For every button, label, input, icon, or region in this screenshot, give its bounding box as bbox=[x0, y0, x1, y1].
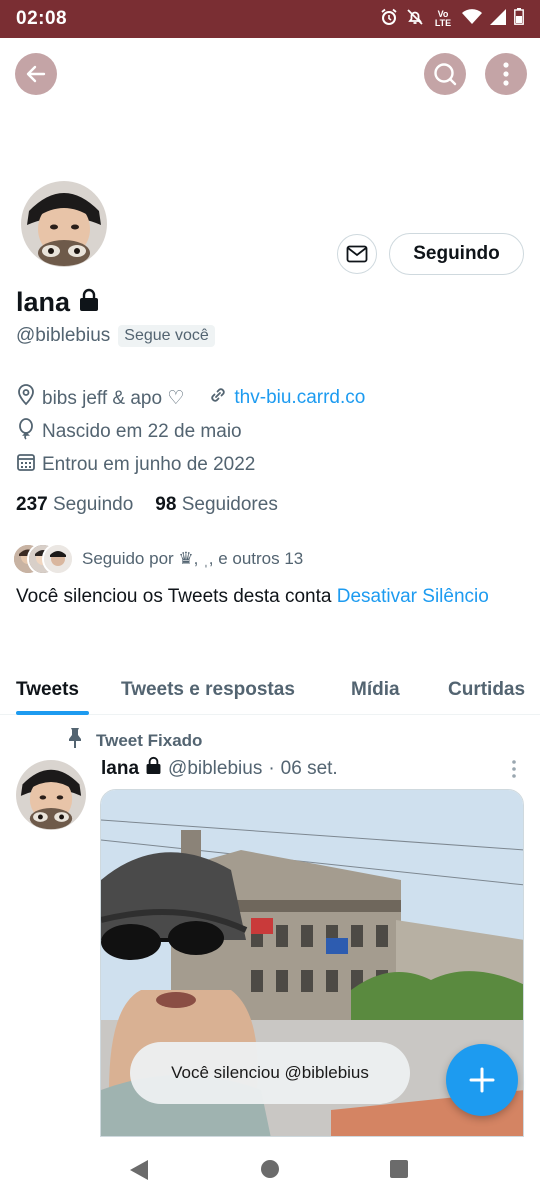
back-button[interactable] bbox=[15, 53, 57, 95]
profile-handle-row: @biblebius Segue você bbox=[16, 325, 215, 347]
network-label: Vo LTE bbox=[434, 9, 452, 28]
following-label: Seguindo bbox=[52, 494, 134, 515]
muted-notice-text: Você silenciou os Tweets desta conta bbox=[16, 586, 332, 607]
followed-by-text: Seguido por ♛, ˌ, e outros 13 bbox=[82, 549, 304, 568]
profile-name-row: lana bbox=[16, 287, 100, 318]
wifi-icon bbox=[462, 8, 482, 30]
link-icon bbox=[208, 385, 228, 411]
profile-name: lana bbox=[16, 287, 71, 317]
followers-count-link[interactable]: 98 Seguidores bbox=[155, 494, 278, 516]
search-icon bbox=[434, 63, 457, 86]
followers-count: 98 bbox=[155, 494, 177, 515]
profile-joined-row: Entrou em junho de 2022 bbox=[16, 452, 255, 478]
more-options-button[interactable] bbox=[485, 53, 527, 95]
calendar-icon bbox=[16, 452, 36, 478]
followed-by-row[interactable]: Seguido por ♛, ˌ, e outros 13 bbox=[12, 543, 303, 575]
signal-icon bbox=[490, 8, 506, 30]
following-count-link[interactable]: 237 Seguindo bbox=[16, 494, 133, 516]
profile-tabs: Tweets Tweets e respostas Mídia Curtidas bbox=[0, 665, 540, 715]
plus-icon bbox=[469, 1067, 495, 1093]
more-vertical-icon bbox=[512, 760, 516, 778]
battery-icon bbox=[514, 8, 524, 30]
balloon-icon bbox=[16, 418, 36, 446]
unmute-link[interactable]: Desativar Silêncio bbox=[337, 586, 489, 607]
mail-icon bbox=[346, 245, 368, 263]
following-button[interactable]: Seguindo bbox=[389, 233, 524, 275]
nav-back-icon[interactable] bbox=[128, 1159, 150, 1186]
profile-birthday-row: Nascido em 22 de maio bbox=[16, 418, 242, 446]
tweet-author-name[interactable]: lana bbox=[101, 758, 139, 780]
tab-likes[interactable]: Curtidas bbox=[448, 665, 525, 715]
muted-notice: Você silenciou os Tweets desta conta Des… bbox=[16, 582, 526, 611]
tweet-author-handle: @biblebius bbox=[168, 757, 263, 779]
follow-counts: 237 Seguindo 98 Seguidores bbox=[16, 494, 278, 516]
tab-tweets-and-replies[interactable]: Tweets e respostas bbox=[121, 665, 295, 715]
lock-icon bbox=[145, 756, 162, 781]
follows-you-badge: Segue você bbox=[118, 325, 215, 347]
nav-recents-icon[interactable] bbox=[389, 1159, 409, 1184]
search-button[interactable] bbox=[424, 53, 466, 95]
tweet-separator: · bbox=[268, 757, 275, 779]
active-tab-indicator bbox=[16, 711, 89, 715]
profile-location: bibs jeff & apo ♡ bbox=[42, 387, 185, 409]
pinned-label-text: Tweet Fixado bbox=[96, 730, 203, 750]
following-count: 237 bbox=[16, 494, 48, 515]
follower-avatar bbox=[42, 543, 74, 575]
profile-handle: @biblebius bbox=[16, 325, 111, 346]
profile-birthday: Nascido em 22 de maio bbox=[42, 421, 242, 442]
more-vertical-icon bbox=[503, 62, 509, 86]
tweet-avatar[interactable] bbox=[16, 760, 86, 830]
profile-location-row: bibs jeff & apo ♡ thv-biu.carrd.co bbox=[16, 384, 365, 412]
pin-icon bbox=[66, 727, 84, 754]
tab-media[interactable]: Mídia bbox=[351, 665, 400, 715]
location-pin-icon bbox=[16, 384, 36, 412]
message-button[interactable] bbox=[337, 234, 377, 274]
pinned-tweet-label: Tweet Fixado bbox=[66, 727, 202, 754]
status-icons: Vo LTE bbox=[380, 8, 524, 31]
tweet-date[interactable]: 06 set. bbox=[281, 758, 338, 780]
tweet-more-button[interactable] bbox=[506, 758, 522, 780]
profile-joined: Entrou em junho de 2022 bbox=[42, 454, 256, 475]
status-bar: 02:08 Vo LTE bbox=[0, 0, 540, 38]
lock-icon bbox=[78, 288, 100, 317]
toast-message: Você silenciou @biblebius bbox=[130, 1042, 410, 1104]
profile-website-link[interactable]: thv-biu.carrd.co bbox=[234, 387, 365, 409]
notifications-off-icon bbox=[406, 8, 424, 31]
alarm-icon bbox=[380, 8, 398, 31]
compose-tweet-button[interactable] bbox=[446, 1044, 518, 1116]
status-time: 02:08 bbox=[16, 8, 68, 29]
tweet-header: lana @biblebius · 06 set. bbox=[101, 756, 338, 781]
followers-label: Seguidores bbox=[181, 494, 278, 515]
tab-tweets[interactable]: Tweets bbox=[16, 665, 79, 715]
system-navigation-bar bbox=[0, 1137, 540, 1200]
profile-avatar[interactable] bbox=[18, 178, 110, 270]
follower-avatars bbox=[12, 543, 74, 575]
back-arrow-icon bbox=[26, 65, 46, 83]
nav-home-icon[interactable] bbox=[260, 1159, 280, 1184]
